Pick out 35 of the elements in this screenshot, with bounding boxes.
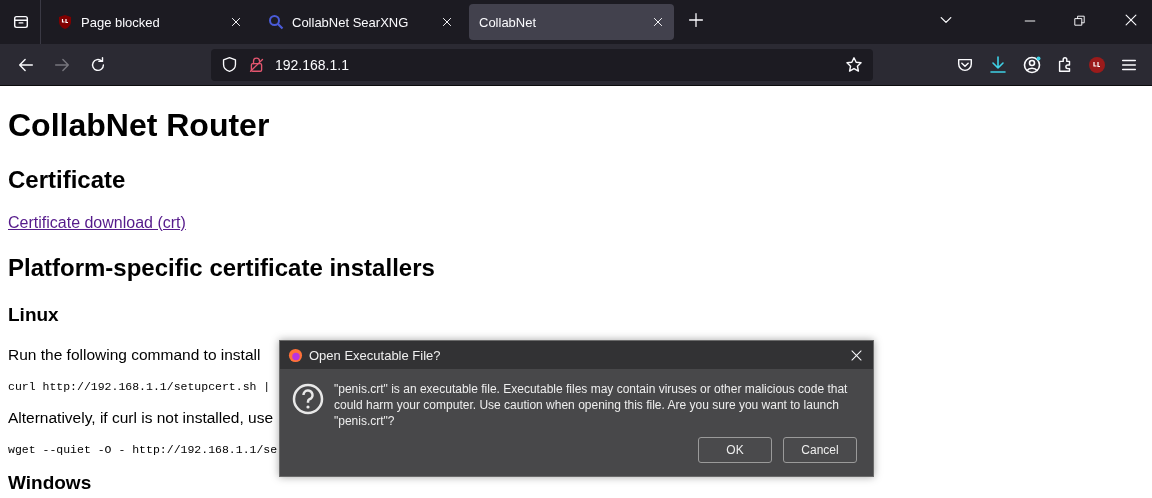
close-icon[interactable] xyxy=(1124,13,1138,27)
tab-list-icon[interactable] xyxy=(12,13,30,31)
download-link[interactable]: Certificate download (crt) xyxy=(8,214,186,231)
paragraph: Alternatively, if curl is not installed, use xyxy=(8,409,274,427)
dialog-title: Open Executable File? xyxy=(309,347,442,363)
new-tab-icon[interactable] xyxy=(688,12,704,28)
browser-logo-icon xyxy=(288,347,303,363)
browser-tab[interactable]: CollabNet xyxy=(469,4,674,40)
close-icon[interactable] xyxy=(652,16,664,28)
browser-tab[interactable]: Page blocked xyxy=(47,4,252,40)
browser-tab[interactable]: CollabNet SearXNG xyxy=(258,4,463,40)
download-icon[interactable] xyxy=(988,54,1008,75)
paragraph: Run the following command to install xyxy=(8,346,261,364)
close-icon[interactable] xyxy=(850,348,863,362)
restore-icon[interactable] xyxy=(1074,15,1086,27)
section-heading: Certificate xyxy=(8,166,126,194)
command-line: wget --quiet -O - http://192.168.1.1/se xyxy=(8,443,278,456)
search-icon xyxy=(268,14,284,30)
address-bar[interactable]: 192.168.1.1 xyxy=(211,48,873,81)
close-icon[interactable] xyxy=(230,16,242,28)
question-icon xyxy=(292,383,324,415)
subsection-heading: Windows xyxy=(8,472,92,494)
url-text: 192.168.1.1 xyxy=(275,56,350,73)
close-icon[interactable] xyxy=(441,16,453,28)
bookmark-star-icon[interactable] xyxy=(845,55,863,74)
reload-icon[interactable] xyxy=(89,55,107,74)
dialog-button[interactable]: OK xyxy=(698,437,772,463)
dialog-button[interactable]: Cancel xyxy=(783,437,857,463)
subsection-heading: Linux xyxy=(8,304,59,326)
dialog-message: "penis.crt" is an executable file. Executable files may contain viruses or other malicious code that could harm your computer. Use caution when opening this file. Are you sure you want to launch "penis.crt"? xyxy=(334,381,849,429)
page-title: CollabNet Router xyxy=(8,107,270,144)
account-icon[interactable] xyxy=(1022,54,1042,75)
lock-icon xyxy=(248,56,265,73)
section-heading: Platform-specific certificate installers xyxy=(8,254,435,282)
command-line: curl http://192.168.1.1/setupcert.sh | xyxy=(8,380,271,393)
